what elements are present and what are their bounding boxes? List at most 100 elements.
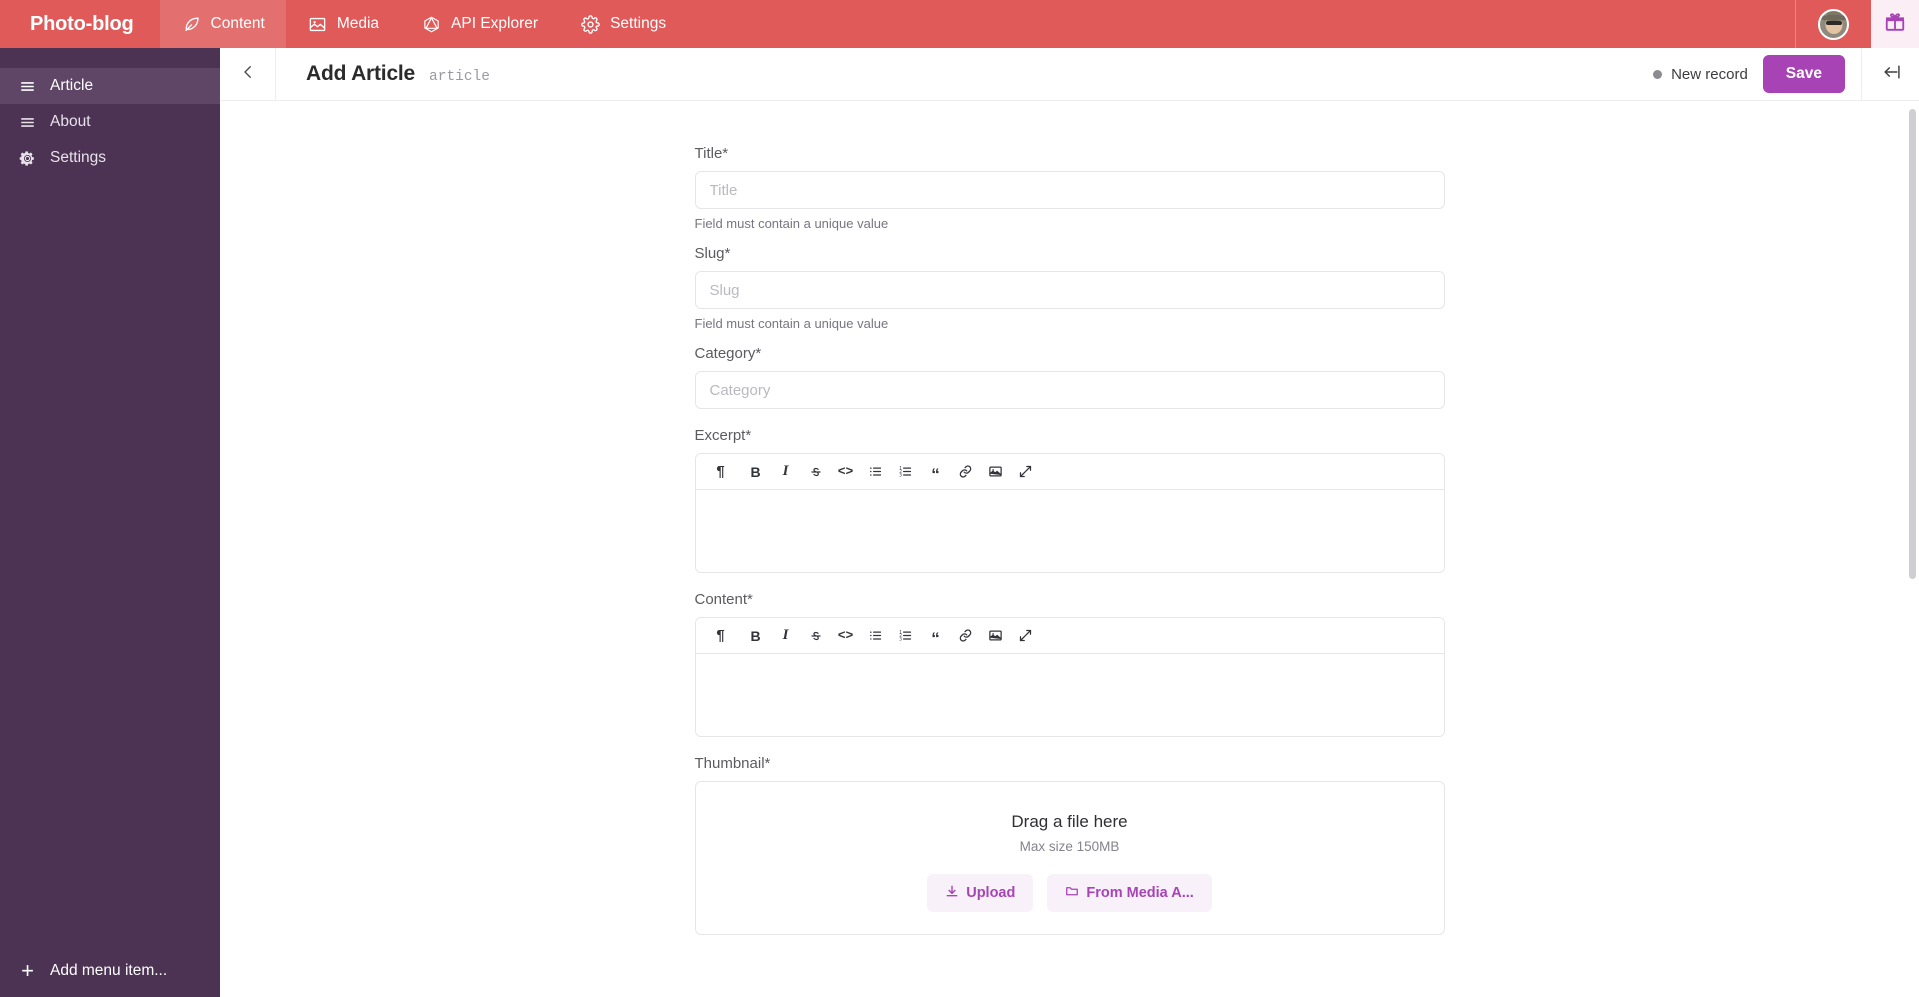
graphql-icon [421,14,442,35]
field-title-label: Title* [694,145,729,162]
code-icon[interactable]: <> [833,459,859,485]
sidebar-item-about-label: About [50,113,91,130]
top-navigation-bar: Photo-blog Content Media API Explorer Se… [0,0,1919,48]
app-shell: Article About Settings + Add menu item..… [0,48,1919,997]
tab-settings-label: Settings [610,15,667,32]
field-title: Title* Field must contain a unique value [694,145,1445,231]
back-button[interactable] [220,48,276,100]
app-brand[interactable]: Photo-blog [0,0,160,48]
article-form: Title* Field must contain a unique value… [694,101,1445,997]
content-editor: ¶ B I <> 1 2 3 “ [694,617,1445,737]
numbered-list-icon[interactable]: 1 2 3 [893,459,919,485]
status-badge: New record [1671,65,1748,83]
gift-button[interactable] [1871,0,1919,48]
tab-settings[interactable]: Settings [559,0,687,48]
bold-icon[interactable]: B [743,623,769,649]
folder-icon [1065,884,1079,902]
sidebar-item-article[interactable]: Article [0,68,220,104]
record-status: New record [1653,66,1763,83]
paragraph-icon[interactable]: ¶ [708,623,734,649]
field-thumbnail-label: Thumbnail* [694,755,771,772]
bullet-list-icon[interactable] [863,459,889,485]
field-category: Category* [694,345,1445,409]
italic-icon[interactable]: I [773,459,799,485]
status-dot-icon [1653,69,1663,79]
user-menu-button[interactable] [1796,8,1871,40]
image-icon[interactable] [983,459,1009,485]
field-category-label: Category* [694,345,762,362]
bullet-list-icon[interactable] [863,623,889,649]
from-media-label: From Media A... [1086,885,1194,901]
code-icon[interactable]: <> [833,623,859,649]
page-title: Add Article [306,62,416,85]
sidebar-footer: + Add menu item... [0,945,220,997]
strikethrough-icon[interactable] [803,623,829,649]
field-excerpt-label: Excerpt* [694,427,752,444]
fullscreen-icon[interactable] [1013,459,1039,485]
field-slug: Slug* Field must contain a unique value [694,245,1445,331]
link-icon[interactable] [953,623,979,649]
excerpt-editor-body[interactable] [695,490,1444,572]
module-tabs: Content Media API Explorer Settings [159,0,688,48]
avatar [1818,8,1849,40]
main-content: Add Article article New record Save Titl… [220,48,1919,997]
list-icon [18,78,37,95]
paragraph-icon[interactable]: ¶ [708,459,734,485]
blockquote-icon[interactable]: “ [923,459,949,485]
plus-icon: + [21,958,34,983]
form-scroll-area: Title* Field must contain a unique value… [220,100,1919,997]
field-thumbnail: Thumbnail* Drag a file here Max size 150… [694,755,1445,935]
content-editor-body[interactable] [695,654,1444,736]
field-content: Content* ¶ B I <> 1 2 3 “ [694,591,1445,737]
collection-name: article [429,69,490,85]
upload-icon [945,884,959,902]
page-title-block: Add Article article [276,62,490,86]
field-excerpt: Excerpt* ¶ B I <> 1 2 3 “ [694,427,1445,573]
gear-icon [580,14,601,35]
tab-content[interactable]: Content [159,0,286,48]
slug-input[interactable] [694,271,1445,309]
upload-file-button[interactable]: Upload [927,874,1034,912]
tab-media[interactable]: Media [286,0,400,48]
add-menu-item-button[interactable]: + Add menu item... [0,945,220,997]
page-header: Add Article article New record Save [220,48,1919,100]
numbered-list-icon[interactable]: 1 2 3 [893,623,919,649]
blockquote-icon[interactable]: “ [923,623,949,649]
gift-icon [1884,11,1906,38]
category-input[interactable] [694,371,1445,409]
field-title-hint: Field must contain a unique value [694,216,889,231]
vertical-scrollbar[interactable] [1909,109,1916,579]
excerpt-editor-toolbar: ¶ B I <> 1 2 3 “ [695,454,1444,490]
tab-media-label: Media [336,15,380,32]
chevron-left-icon [239,63,257,86]
fullscreen-icon[interactable] [1013,623,1039,649]
image-icon[interactable] [983,623,1009,649]
list-icon [18,114,37,131]
link-icon[interactable] [953,459,979,485]
collapse-sidebar-button[interactable] [1861,48,1919,100]
content-editor-toolbar: ¶ B I <> 1 2 3 “ [695,618,1444,654]
file-dropzone[interactable]: Drag a file here Max size 150MB Upload F… [694,781,1445,935]
feather-icon [181,14,202,35]
gear-icon [18,150,37,167]
image-icon [307,14,328,35]
excerpt-editor: ¶ B I <> 1 2 3 “ [694,453,1445,573]
add-menu-item-label: Add menu item... [50,962,168,979]
sidebar-item-about[interactable]: About [0,104,220,140]
from-media-button[interactable]: From Media A... [1047,874,1212,912]
tab-api-explorer-label: API Explorer [451,15,539,32]
italic-icon[interactable]: I [773,623,799,649]
sidebar-item-settings[interactable]: Settings [0,140,220,176]
upload-file-label: Upload [966,885,1016,901]
title-input[interactable] [694,171,1445,209]
sidebar-items: Article About Settings [0,48,220,176]
dropzone-actions: Upload From Media A... [706,874,1434,912]
sidebar-item-settings-label: Settings [50,149,107,166]
bold-icon[interactable]: B [743,459,769,485]
header-actions: New record Save [1653,48,1919,100]
tab-api-explorer[interactable]: API Explorer [400,0,559,48]
save-button[interactable]: Save [1762,55,1845,93]
strikethrough-icon[interactable] [803,459,829,485]
top-bar-right-actions [1795,0,1919,48]
field-slug-hint: Field must contain a unique value [694,316,889,331]
